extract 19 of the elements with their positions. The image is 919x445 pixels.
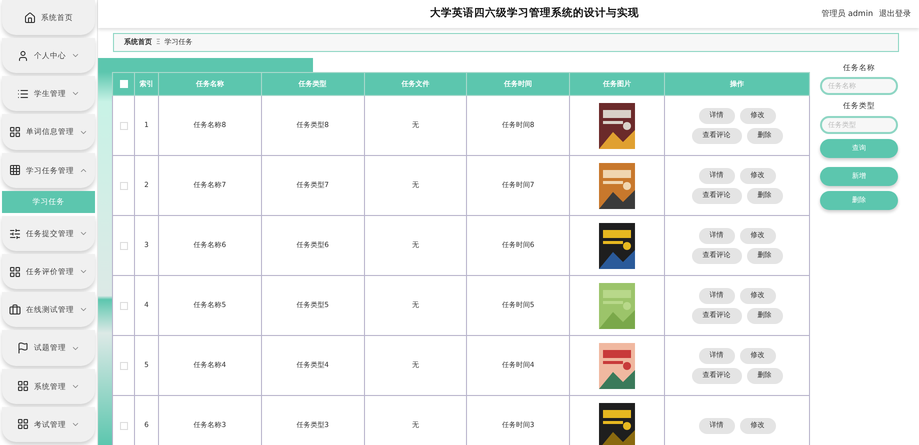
table-icon bbox=[9, 164, 21, 176]
grid-icon bbox=[17, 418, 29, 430]
grid-icon bbox=[9, 266, 21, 278]
row-checkbox[interactable] bbox=[120, 422, 128, 430]
logout-link[interactable]: 退出登录 bbox=[879, 8, 912, 20]
row-checkbox[interactable] bbox=[120, 302, 128, 310]
row-checkbox[interactable] bbox=[120, 362, 128, 370]
row-checkbox[interactable] bbox=[120, 122, 128, 130]
sliders-icon bbox=[9, 228, 21, 240]
app-title: 大学英语四六级学习管理系统的设计与实现 bbox=[430, 6, 640, 22]
grid-icon bbox=[17, 380, 29, 392]
flag-icon bbox=[17, 342, 29, 354]
home-icon bbox=[24, 12, 36, 24]
briefcase-icon bbox=[9, 304, 21, 316]
user-icon bbox=[17, 50, 29, 62]
user-label: 管理员 admin bbox=[821, 8, 874, 20]
row-checkbox[interactable] bbox=[120, 182, 128, 190]
row-checkbox[interactable] bbox=[120, 242, 128, 250]
grid-icon bbox=[9, 126, 21, 138]
